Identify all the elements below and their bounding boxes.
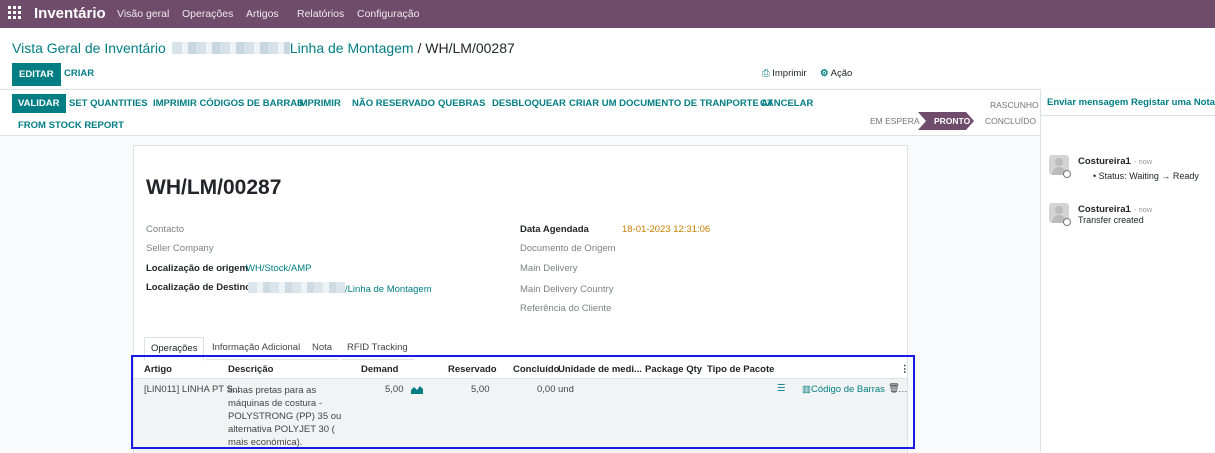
bullet-icon: • — [1093, 171, 1097, 181]
breadcrumb-current: WH/LM/00287 — [425, 40, 515, 56]
menu-configuracao[interactable]: Configuração — [357, 8, 419, 20]
control-panel: Vista Geral de Inventário Linha de Montag… — [0, 28, 1215, 88]
stage-concluido[interactable]: CONCLUÍDO — [985, 112, 1036, 130]
chatter-panel: Enviar mensagem Registar uma Nota Costur… — [1040, 89, 1215, 452]
print-menu[interactable]: ⎙ Imprimir — [762, 68, 807, 79]
redacted-text — [171, 42, 290, 54]
print-label: Imprimir — [772, 68, 807, 79]
field-label-destination: Localização de Destino — [146, 282, 252, 293]
message-body: Transfer created — [1078, 215, 1144, 225]
app-name[interactable]: Inventário — [34, 5, 106, 22]
divider — [1041, 115, 1215, 116]
highlight-box — [131, 355, 915, 449]
record-title: WH/LM/00287 — [146, 176, 282, 199]
unlock-button[interactable]: DESBLOQUEAR — [492, 98, 566, 109]
create-button[interactable]: CRIAR — [64, 68, 94, 79]
field-label-main-delivery: Main Delivery — [520, 263, 578, 274]
action-menu[interactable]: ⚙ Ação — [820, 68, 852, 79]
field-label-client-reference: Referência do Cliente — [520, 303, 612, 314]
breadcrumb-root[interactable]: Vista Geral de Inventário — [12, 40, 166, 56]
action-label: Ação — [830, 68, 853, 79]
message-author[interactable]: Costureira1 — [1078, 156, 1131, 167]
unreserve-button[interactable]: NÃO RESERVADO — [352, 98, 435, 109]
menu-operacoes[interactable]: Operações — [182, 8, 233, 20]
message-time: - now — [1133, 157, 1153, 166]
field-label-contacto: Contacto — [146, 224, 185, 235]
scheduled-date-value[interactable]: 18-01-2023 12:31:06 — [622, 224, 710, 235]
validate-button[interactable]: VALIDAR — [12, 94, 66, 113]
field-label-main-delivery-country: Main Delivery Country — [520, 284, 614, 295]
presence-icon — [1063, 218, 1071, 226]
field-label-source-doc: Documento de Origem — [520, 243, 616, 254]
breadcrumb: Vista Geral de Inventário Linha de Montag… — [12, 40, 515, 56]
menu-artigos[interactable]: Artigos — [246, 8, 279, 20]
stage-em-espera[interactable]: EM ESPERA — [870, 112, 920, 130]
field-label-seller-company: Seller Company — [146, 243, 214, 254]
menu-relatorios[interactable]: Relatórios — [297, 8, 344, 20]
message-time: - now — [1133, 205, 1153, 214]
edit-button[interactable]: EDITAR — [12, 63, 61, 86]
print-barcodes-button[interactable]: IMPRIMIR CÓDIGOS DE BARRAS — [153, 98, 303, 109]
breadcrumb-parent[interactable]: Linha de Montagem — [290, 40, 414, 56]
send-message-button[interactable]: Enviar mensagem — [1047, 97, 1128, 108]
scrap-button[interactable]: QUEBRAS — [438, 98, 486, 109]
top-navbar: Inventário Visão geral Operações Artigos… — [0, 0, 1215, 28]
chatter-message: Costureira1 - now • Status: Waiting → Re… — [1041, 151, 1215, 191]
status-bar: VALIDAR SET QUANTITIES IMPRIMIR CÓDIGOS … — [0, 89, 1040, 136]
log-note-button[interactable]: Registar uma Nota — [1131, 97, 1215, 108]
cancel-button[interactable]: CANCELAR — [760, 98, 813, 109]
presence-icon — [1063, 170, 1071, 178]
create-transport-doc-button[interactable]: CRIAR UM DOCUMENTO DE TRANPORTE AT — [569, 98, 773, 109]
apps-grid-icon[interactable] — [8, 6, 22, 20]
destination-location-link[interactable]: /Linha de Montagem — [248, 282, 432, 295]
from-stock-report-button[interactable]: FROM STOCK REPORT — [18, 120, 124, 131]
chatter-message: Costureira1 - now Transfer created — [1041, 199, 1215, 239]
field-label-scheduled-date: Data Agendada — [520, 224, 589, 235]
menu-visao-geral[interactable]: Visão geral — [117, 8, 169, 20]
destination-location-label: /Linha de Montagem — [345, 284, 432, 295]
stage-pronto[interactable]: PRONTO — [934, 112, 970, 130]
message-author[interactable]: Costureira1 — [1078, 204, 1131, 215]
redacted-text — [248, 282, 345, 293]
set-quantities-button[interactable]: SET QUANTITIES — [69, 98, 148, 109]
origin-location-link[interactable]: WH/Stock/AMP — [246, 263, 311, 274]
message-body: Status: Waiting → Ready — [1098, 171, 1199, 181]
print-icon: ⎙ — [762, 68, 770, 79]
breadcrumb-separator: / — [413, 40, 426, 56]
field-label-origin: Localização de origem — [146, 263, 248, 274]
print-button[interactable]: IMPRIMIR — [297, 98, 341, 109]
gear-icon: ⚙ — [820, 68, 829, 79]
